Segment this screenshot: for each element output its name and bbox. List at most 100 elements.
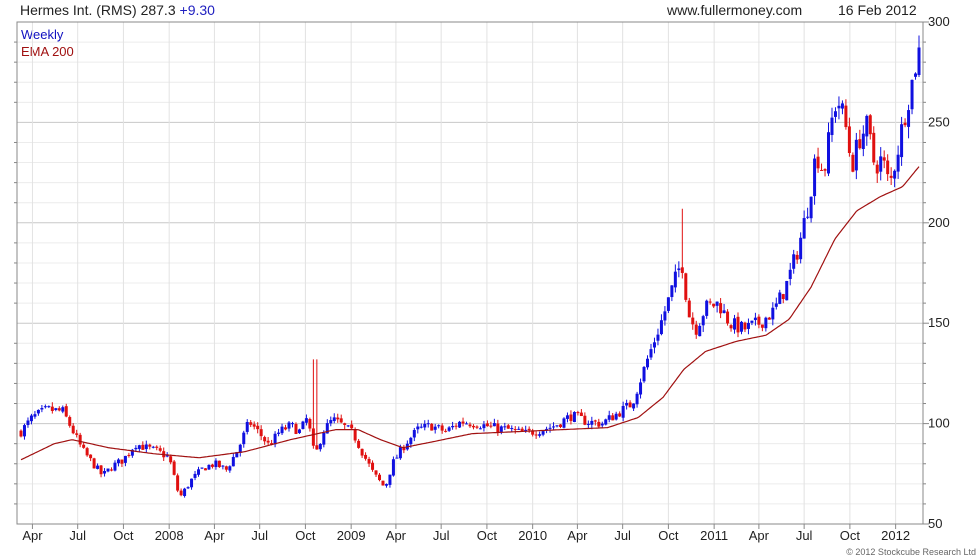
candle-body [684, 273, 688, 300]
candle-body [329, 420, 333, 424]
candle-body [96, 465, 100, 469]
candle-body [746, 322, 750, 329]
candle-body [687, 300, 691, 318]
candle-body [666, 297, 670, 311]
candles [19, 35, 921, 498]
candle-body [447, 427, 451, 431]
candle-body [367, 458, 371, 464]
candle-body [607, 415, 611, 420]
candle-body [851, 154, 855, 172]
candle-body [294, 424, 298, 434]
candle-body [600, 423, 604, 426]
candle-body [663, 311, 667, 321]
candle-body [510, 428, 514, 430]
candle-body [85, 448, 89, 456]
chart-area: 50 100 150 200 250 300 Apr Jul Oct 2008 Apr Jul Oct… [14, 14, 976, 557]
candle-body [210, 464, 214, 467]
x-tick-label: Oct [295, 528, 316, 543]
candle-body [371, 462, 375, 470]
candle-body [398, 447, 402, 459]
candle-body [621, 405, 625, 418]
candle-body [193, 473, 197, 478]
candle-body [284, 427, 288, 430]
candle-body [409, 437, 413, 445]
candle-body [478, 428, 482, 430]
candle-body [673, 271, 677, 288]
candle-body [475, 426, 479, 428]
candle-body [792, 254, 796, 269]
candle-body [701, 316, 705, 326]
candle-body [217, 460, 221, 468]
candle-body [50, 406, 54, 411]
x-tick-label: 2010 [518, 528, 547, 543]
candle-body [172, 461, 176, 475]
candle-body [572, 412, 576, 423]
candle-body [179, 490, 183, 496]
candle-body [266, 440, 270, 443]
candle-body [402, 447, 406, 451]
candle-body [625, 402, 629, 406]
candle-body [54, 408, 58, 410]
candle-body [694, 324, 698, 335]
candle-body [350, 424, 354, 429]
candle-body [109, 469, 113, 471]
candle-body [461, 421, 465, 424]
candle-body [134, 447, 138, 450]
candle-body [103, 471, 107, 474]
candle-body [781, 294, 785, 300]
grid [17, 21, 923, 525]
candle-body [26, 420, 30, 425]
candle-body [304, 418, 308, 423]
candle-body [384, 484, 388, 486]
candle-body [611, 415, 615, 421]
candle-body [127, 454, 131, 456]
candle-body [137, 445, 141, 449]
candle-body [604, 419, 608, 425]
candle-body [120, 459, 124, 464]
candle-body [391, 459, 395, 476]
candle-body [739, 321, 743, 332]
candle-body [635, 393, 639, 405]
candle-body [158, 448, 162, 451]
x-tick-label: Oct [113, 528, 134, 543]
candle-body [423, 423, 427, 428]
candle-body [245, 421, 249, 432]
candle-body [506, 425, 510, 429]
candle-body [778, 292, 782, 304]
x-tick-label: Jul [796, 528, 813, 543]
candle-body [914, 73, 918, 77]
candle-body [259, 429, 263, 437]
candle-body [820, 169, 824, 171]
candle-body [353, 429, 357, 441]
x-tick-label: Apr [22, 528, 43, 543]
candle-body [907, 110, 911, 127]
x-axis: Apr Jul Oct 2008 Apr Jul Oct 2009 Apr Jul Oct 2010 A… [22, 524, 910, 543]
candle-body [430, 423, 434, 431]
x-tick-label: Apr [749, 528, 770, 543]
candle-body [221, 465, 225, 467]
candle-body [558, 424, 562, 428]
candle-body [144, 444, 148, 450]
candle-body [726, 311, 730, 324]
candle-body [297, 429, 301, 434]
candle-body [451, 425, 455, 428]
candle-body [485, 423, 489, 427]
y-tick-label: 150 [928, 315, 950, 330]
candle-body [750, 320, 754, 323]
candle-body [597, 421, 601, 427]
y-tick-label: 50 [928, 516, 942, 531]
candle-body [865, 115, 869, 137]
candle-body [263, 437, 267, 442]
candle-body [169, 456, 173, 463]
candle-body [378, 474, 382, 481]
candle-body [861, 133, 865, 150]
x-tick-label: Jul [69, 528, 86, 543]
candle-body [454, 425, 458, 427]
candle-body [301, 421, 305, 429]
candle-body [837, 105, 841, 109]
x-tick-label: 2008 [155, 528, 184, 543]
candle-body [719, 303, 723, 314]
candle-body [57, 408, 61, 411]
candle-body [736, 316, 740, 333]
candle-body [806, 216, 810, 218]
